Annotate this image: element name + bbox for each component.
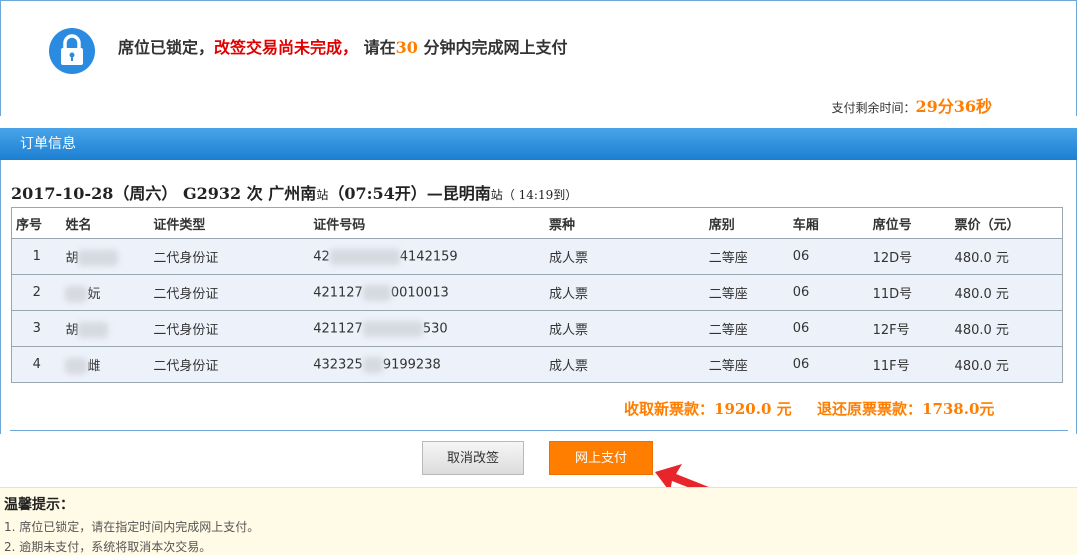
countdown-value: 29分36秒: [915, 97, 992, 116]
online-pay-button[interactable]: 网上支付: [549, 441, 653, 475]
tips-panel: 温馨提示： 1. 席位已锁定，请在指定时间内完成网上支付。 2. 逾期未支付，系…: [0, 487, 1077, 555]
col-header: 证件类型: [149, 207, 310, 239]
divider: [10, 430, 1068, 431]
col-header: 证件号码: [309, 207, 545, 239]
payment-countdown: 支付剩余时间：29分36秒: [831, 93, 992, 117]
table-row: 3 胡 二代身份证 421127 530 成人票 二等座 06 12F号 480.…: [11, 310, 1063, 347]
tip-item: 2. 逾期未支付，系统将取消本次交易。: [4, 540, 212, 554]
table-header-row: 序号 姓名 证件类型 证件号码 票种 席别 车厢 席位号 票价（元）: [11, 207, 1063, 239]
col-header: 票价（元）: [950, 207, 1063, 239]
train-route: 2017-10-28（周六） G2932 次 广州南站（07:54开）—昆明南站…: [11, 184, 578, 203]
seat-lock-panel: 席位已锁定，改签交易尚未完成， 请在30 分钟内完成网上支付 支付剩余时间：29…: [0, 0, 1077, 116]
cancel-change-button[interactable]: 取消改签: [422, 441, 524, 475]
col-header: 席位号: [868, 207, 951, 239]
table-row: 1 胡 二代身份证 42 4142159 成人票 二等座 06 12D号 480.…: [11, 238, 1063, 275]
table-row: 4 雌 二代身份证 432325 9199238 成人票 二等座 06 11F号 …: [11, 346, 1063, 383]
order-info-header: 订单信息: [0, 128, 1077, 160]
tip-item: 1. 席位已锁定，请在指定时间内完成网上支付。: [4, 520, 260, 534]
col-header: 席别: [704, 207, 789, 239]
countdown-label: 支付剩余时间：: [831, 101, 916, 115]
col-header: 票种: [544, 207, 705, 239]
order-info-panel: 2017-10-28（周六） G2932 次 广州南站（07:54开）—昆明南站…: [0, 160, 1077, 434]
col-header: 序号: [11, 207, 62, 239]
lock-message: 席位已锁定，改签交易尚未完成， 请在30 分钟内完成网上支付: [118, 38, 568, 57]
col-header: 姓名: [61, 207, 150, 239]
col-header: 车厢: [788, 207, 869, 239]
ticket-table: 序号 姓名 证件类型 证件号码 票种 席别 车厢 席位号 票价（元） 1 胡 二…: [11, 207, 1063, 383]
table-row: 2 妧 二代身份证 421127 0010013 成人票 二等座 06 11D号 …: [11, 274, 1063, 311]
tips-title: 温馨提示：: [4, 497, 74, 513]
refund-fee: 退还原票票款：1738.0元: [817, 400, 995, 418]
new-ticket-fee: 收取新票款：1920.0 元: [624, 400, 792, 418]
padlock-icon: [49, 28, 95, 74]
